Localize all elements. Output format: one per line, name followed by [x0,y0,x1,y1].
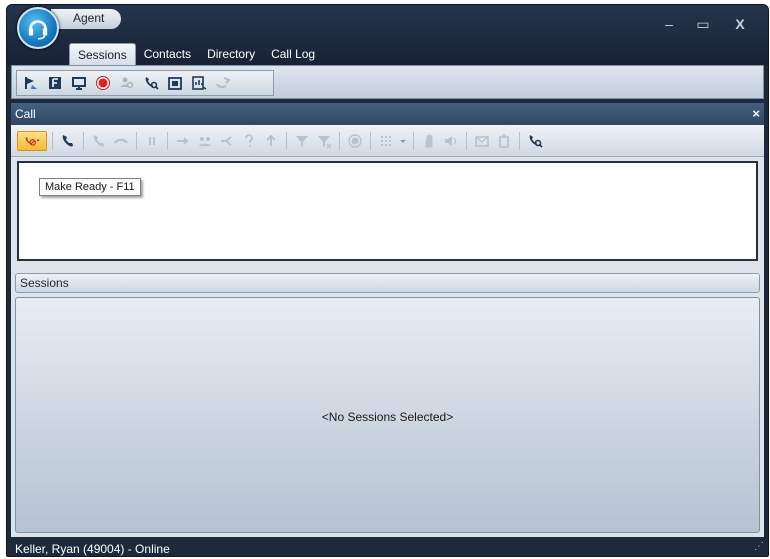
headset-icon [28,20,48,40]
resize-grip-icon[interactable]: ⋰ [754,538,764,556]
mail-icon[interactable] [472,131,492,151]
toolbar-separator [519,131,520,150]
tab-call-log[interactable]: Call Log [263,43,323,65]
call-panel-close-icon[interactable]: × [752,103,760,125]
window-title: Agent [51,9,121,29]
tab-sessions[interactable]: Sessions [69,43,136,65]
help-icon[interactable] [239,131,259,151]
call-area[interactable]: Make Ready - F11 [17,161,758,261]
tab-directory[interactable]: Directory [199,43,263,65]
title-bar: Agent – ▭ X Sessions Contacts Directory … [7,5,768,65]
toolbar-separator [286,131,287,150]
toolbar-separator [83,131,84,150]
record-icon[interactable] [94,74,112,92]
upload-icon[interactable] [261,131,281,151]
toolbar-separator [370,131,371,150]
make-ready-icon [25,136,40,146]
call-panel-header: Call × [11,103,764,125]
forward-icon[interactable] [173,131,193,151]
minimize-button[interactable]: – [656,15,682,33]
phone-dim-icon[interactable] [89,131,109,151]
phone-search-icon[interactable] [142,74,160,92]
conference-icon[interactable] [195,131,215,151]
monitor-icon[interactable] [70,74,88,92]
make-ready-tooltip: Make Ready - F11 [39,178,141,196]
main-content: Call × Make Ready - F11 Sessions <No Ses… [11,103,764,537]
phone-search-icon[interactable] [525,131,545,151]
pause-icon[interactable] [142,131,162,151]
sessions-panel[interactable]: <No Sessions Selected> [15,297,760,533]
toolbar-separator [466,131,467,150]
volume-icon[interactable] [441,131,461,151]
f-key-icon[interactable] [46,74,64,92]
close-button[interactable]: X [727,15,753,33]
calendar-icon[interactable] [166,74,184,92]
split-icon[interactable] [217,131,237,151]
status-bar: Keller, Ryan (49004) - Online ⋰ [7,538,768,556]
call-toolbar [11,125,764,157]
hand-icon[interactable] [419,131,439,151]
sessions-panel-header: Sessions [15,273,760,293]
maximize-button[interactable]: ▭ [690,15,716,33]
toolbar-separator [136,131,137,150]
record-icon[interactable] [345,131,365,151]
trash-icon[interactable] [494,131,514,151]
main-tabs: Sessions Contacts Directory Call Log [69,43,323,65]
agent-flag-icon[interactable] [22,74,40,92]
call-panel-title: Call [15,107,36,121]
hold-icon[interactable] [111,131,131,151]
toolbar-separator [339,131,340,150]
transfer-icon[interactable] [214,74,232,92]
app-orb-button[interactable] [17,7,59,49]
phone-icon[interactable] [58,131,78,151]
toolbar-separator [52,131,53,150]
agent-window: Agent – ▭ X Sessions Contacts Directory … [6,4,769,557]
make-ready-button[interactable] [17,130,47,151]
filter-icon[interactable] [292,131,312,151]
tab-contacts[interactable]: Contacts [136,43,199,65]
status-text: Keller, Ryan (49004) - Online [15,542,170,556]
report-icon[interactable] [190,74,208,92]
no-sessions-text: <No Sessions Selected> [321,410,454,424]
dropdown-icon[interactable] [398,131,408,151]
filter-x-icon[interactable] [314,131,334,151]
search-person-icon[interactable] [118,74,136,92]
toolbar-separator [413,131,414,150]
keypad-icon[interactable] [376,131,396,151]
toolbar-separator [167,131,168,150]
ribbon [11,65,764,99]
ribbon-group [16,70,274,96]
